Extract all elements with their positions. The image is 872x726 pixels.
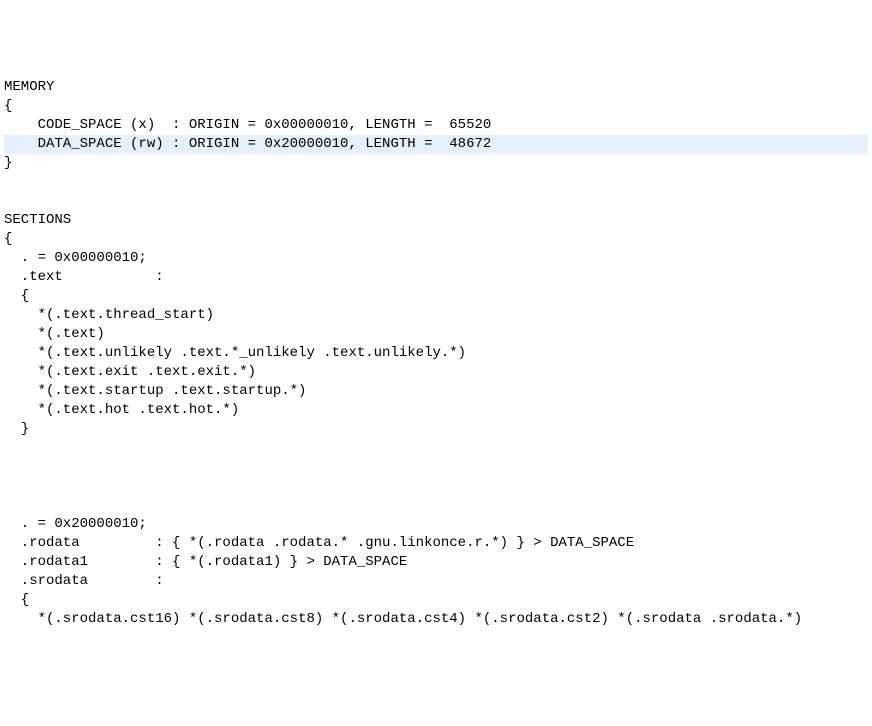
code-line-0: MEMORY — [4, 78, 868, 97]
code-line-7: SECTIONS — [4, 211, 868, 230]
code-line-11: { — [4, 287, 868, 306]
code-line-3: DATA_SPACE (rw) : ORIGIN = 0x20000010, L… — [4, 135, 868, 154]
code-line-26: .srodata : — [4, 572, 868, 591]
code-line-16: *(.text.startup .text.startup.*) — [4, 382, 868, 401]
code-line-5 — [4, 173, 868, 192]
code-line-15: *(.text.exit .text.exit.*) — [4, 363, 868, 382]
code-line-17: *(.text.hot .text.hot.*) — [4, 401, 868, 420]
code-line-25: .rodata1 : { *(.rodata1) } > DATA_SPACE — [4, 553, 868, 572]
linker-script-code-block: MEMORY{ CODE_SPACE (x) : ORIGIN = 0x0000… — [4, 78, 868, 629]
code-line-1: { — [4, 97, 868, 116]
code-line-21 — [4, 477, 868, 496]
code-line-22 — [4, 496, 868, 515]
code-line-9: . = 0x00000010; — [4, 249, 868, 268]
code-line-2: CODE_SPACE (x) : ORIGIN = 0x00000010, LE… — [4, 116, 868, 135]
code-line-28: *(.srodata.cst16) *(.srodata.cst8) *(.sr… — [4, 610, 868, 629]
code-line-10: .text : — [4, 268, 868, 287]
code-line-20 — [4, 458, 868, 477]
code-line-6 — [4, 192, 868, 211]
code-line-13: *(.text) — [4, 325, 868, 344]
code-line-24: .rodata : { *(.rodata .rodata.* .gnu.lin… — [4, 534, 868, 553]
code-line-8: { — [4, 230, 868, 249]
code-line-18: } — [4, 420, 868, 439]
code-line-14: *(.text.unlikely .text.*_unlikely .text.… — [4, 344, 868, 363]
code-line-27: { — [4, 591, 868, 610]
code-line-4: } — [4, 154, 868, 173]
code-line-19 — [4, 439, 868, 458]
code-line-23: . = 0x20000010; — [4, 515, 868, 534]
code-line-12: *(.text.thread_start) — [4, 306, 868, 325]
